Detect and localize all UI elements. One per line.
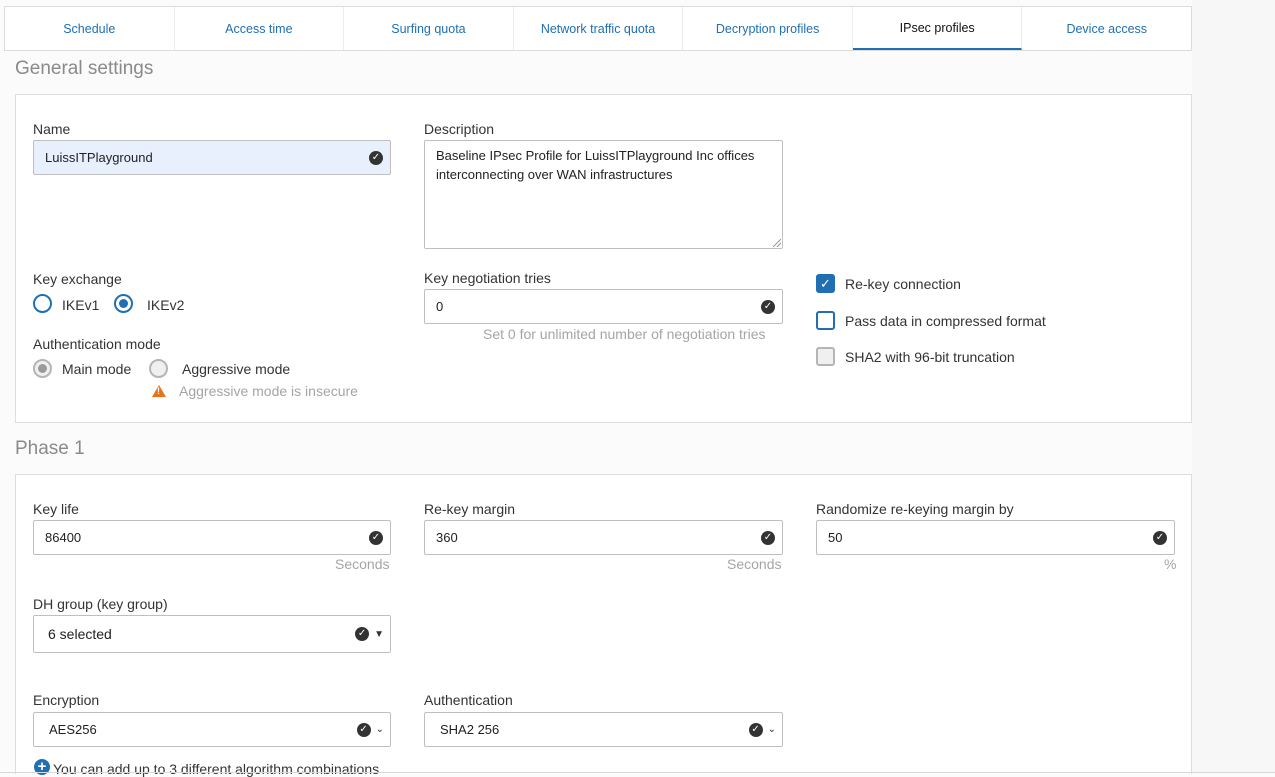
valid-check-icon: ✓ [355, 627, 370, 641]
compressed-format-checkbox[interactable] [816, 311, 835, 330]
randomize-unit: % [1164, 556, 1177, 572]
compressed-format-label: Pass data in compressed format [845, 313, 1046, 329]
tab-bar: Schedule Access time Surfing quota Netwo… [4, 6, 1192, 51]
tab-ipsec-profiles[interactable]: IPsec profiles [852, 7, 1023, 50]
rekey-connection-checkbox[interactable]: ✓ [816, 274, 835, 293]
warning-icon: ! [152, 385, 166, 397]
negotiation-hint: Set 0 for unlimited number of negotiatio… [483, 326, 766, 342]
phase1-title: Phase 1 [15, 438, 85, 459]
main-mode-radio[interactable] [33, 359, 52, 378]
ikev1-radio[interactable] [33, 294, 52, 313]
valid-check-icon: ✓ [369, 150, 383, 165]
general-settings-title: General settings [15, 58, 154, 79]
ikev2-radio[interactable] [114, 294, 133, 313]
add-combination-text: You can add up to 3 different algorithm … [53, 761, 380, 777]
authentication-select[interactable]: SHA2 256 ✓ ⌄ [424, 712, 783, 747]
key-exchange-label: Key exchange [33, 271, 122, 287]
name-label: Name [33, 121, 71, 137]
valid-check-icon: ✓ [748, 722, 763, 737]
sha2-truncation-checkbox[interactable] [816, 347, 835, 366]
tab-network-traffic-quota[interactable]: Network traffic quota [514, 7, 684, 50]
tab-decryption-profiles[interactable]: Decryption profiles [683, 7, 853, 50]
description-field[interactable]: Baseline IPsec Profile for LuissITPlaygr… [424, 140, 783, 249]
tab-access-time[interactable]: Access time [175, 7, 345, 50]
randomize-label: Randomize re-keying margin by [816, 501, 1014, 517]
negotiation-value: 0 [436, 299, 444, 314]
aggressive-warning-text: Aggressive mode is insecure [179, 383, 358, 399]
auth-mode-label: Authentication mode [33, 336, 161, 352]
dropdown-caret-icon: ▼ [374, 628, 384, 640]
ikev2-label: IKEv2 [147, 297, 185, 313]
rekey-margin-label: Re-key margin [424, 501, 516, 517]
valid-check-icon: ✓ [761, 530, 775, 545]
chevron-down-icon: ⌄ [767, 724, 776, 735]
rekey-margin-field[interactable]: 360 ✓ [424, 520, 783, 555]
resize-grip-icon[interactable] [773, 239, 781, 247]
tab-schedule[interactable]: Schedule [5, 7, 175, 50]
randomize-field[interactable]: 50 ✓ [816, 520, 1175, 555]
negotiation-label: Key negotiation tries [424, 270, 551, 286]
chevron-down-icon: ⌄ [375, 724, 384, 735]
rekey-margin-unit: Seconds [727, 556, 782, 572]
encryption-value: AES256 [49, 722, 97, 737]
valid-check-icon: ✓ [1153, 530, 1167, 545]
right-gutter [1192, 0, 1275, 773]
negotiation-tries-field[interactable]: 0 ✓ [424, 289, 783, 324]
authentication-value: SHA2 256 [440, 722, 500, 737]
key-life-value: 86400 [45, 530, 82, 545]
aggressive-mode-label: Aggressive mode [182, 361, 291, 377]
randomize-value: 50 [828, 530, 843, 545]
rekey-connection-label: Re-key connection [845, 276, 961, 292]
phase1-panel: Key life 86400 ✓ Seconds Re-key margin 3… [15, 474, 1192, 777]
valid-check-icon: ✓ [369, 530, 383, 545]
valid-check-icon: ✓ [761, 299, 775, 314]
description-label: Description [424, 121, 495, 137]
dh-group-value: 6 selected [48, 626, 112, 642]
dh-group-label: DH group (key group) [33, 596, 168, 612]
authentication-label: Authentication [424, 692, 513, 708]
tab-device-access[interactable]: Device access [1022, 7, 1191, 50]
rekey-margin-value: 360 [436, 530, 458, 545]
dh-group-select[interactable]: 6 selected ✓ ▼ [33, 615, 391, 653]
name-value: LuissITPlayground [45, 150, 153, 165]
tab-surfing-quota[interactable]: Surfing quota [344, 7, 514, 50]
valid-check-icon: ✓ [356, 722, 371, 737]
encryption-select[interactable]: AES256 ✓ ⌄ [33, 712, 391, 747]
key-life-field[interactable]: 86400 ✓ [33, 520, 391, 555]
key-life-label: Key life [33, 501, 79, 517]
key-life-unit: Seconds [335, 556, 390, 572]
main-mode-label: Main mode [62, 361, 132, 377]
general-settings-panel: Name LuissITPlayground ✓ Description Bas… [15, 94, 1192, 423]
aggressive-mode-radio[interactable] [149, 359, 168, 378]
ikev1-label: IKEv1 [62, 297, 100, 313]
description-value: Baseline IPsec Profile for LuissITPlaygr… [436, 148, 755, 182]
sha2-truncation-label: SHA2 with 96-bit truncation [845, 349, 1015, 365]
encryption-label: Encryption [33, 692, 100, 708]
name-field[interactable]: LuissITPlayground ✓ [33, 140, 391, 175]
